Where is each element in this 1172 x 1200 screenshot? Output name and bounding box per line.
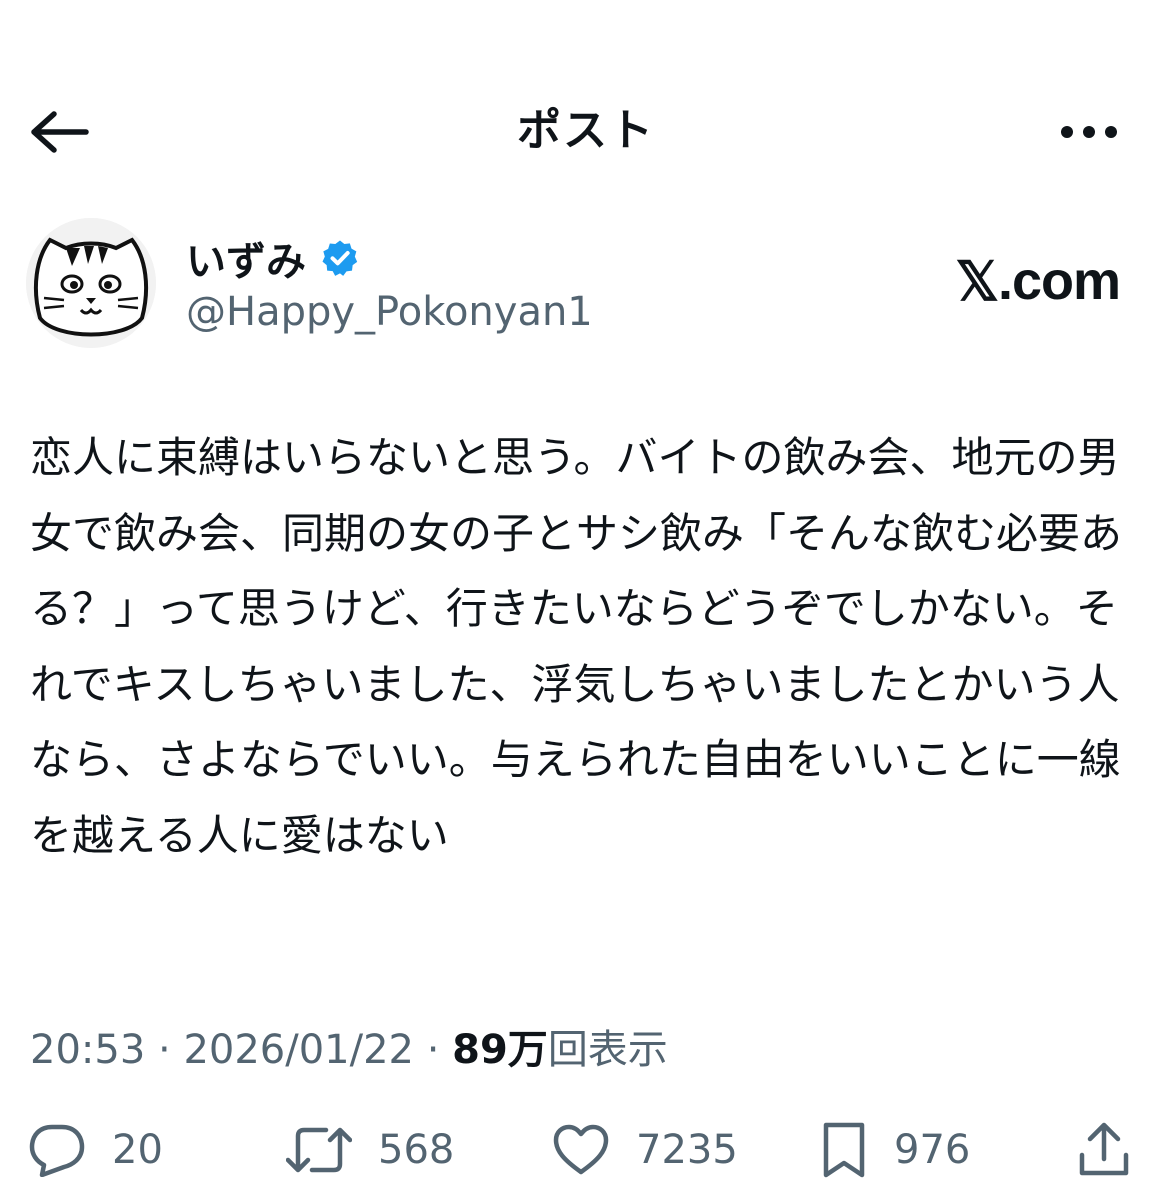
like-button[interactable]: 7235 <box>552 1115 738 1185</box>
tweet-text: 恋人に束縛はいらないと思う。バイトの飲み会、地元の男女で飲み会、同期の女の子とサ… <box>30 433 1123 860</box>
meta-separator: · <box>158 1027 171 1073</box>
tweet-meta: 20:53 · 2026/01/22 · 89万回表示 <box>30 1020 668 1080</box>
x-com-watermark: 𝕏 .com <box>910 246 1121 316</box>
verified-badge-icon <box>322 240 358 276</box>
repost-icon <box>286 1127 352 1173</box>
like-count: 7235 <box>636 1127 738 1173</box>
x-logo-icon: 𝕏 <box>955 251 999 312</box>
bookmark-icon <box>823 1122 865 1178</box>
heart-icon <box>553 1124 609 1175</box>
author-name[interactable]: いずみ <box>186 228 360 288</box>
page-title: ポスト <box>517 105 655 156</box>
reply-button[interactable]: 20 <box>28 1115 163 1185</box>
display-name: いずみ <box>186 239 306 285</box>
meta-separator: · <box>426 1027 440 1073</box>
reply-icon <box>29 1124 85 1177</box>
share-button[interactable] <box>1078 1115 1130 1185</box>
more-button[interactable] <box>1052 104 1126 160</box>
cat-avatar-image <box>26 218 156 348</box>
author-handle[interactable]: @Happy_Pokonyan1 <box>186 282 593 342</box>
watermark-domain: .com <box>997 251 1121 311</box>
reply-count: 20 <box>112 1127 163 1173</box>
tweet-time[interactable]: 20:53 <box>30 1027 145 1073</box>
tweet-date[interactable]: 2026/01/22 <box>183 1027 414 1073</box>
bookmark-button[interactable]: 976 <box>820 1115 970 1185</box>
bookmark-count: 976 <box>894 1127 971 1173</box>
repost-count: 568 <box>378 1127 455 1173</box>
avatar[interactable] <box>26 218 156 348</box>
more-horizontal-icon <box>1061 126 1117 138</box>
view-label: 回表示 <box>547 1027 668 1073</box>
repost-button[interactable]: 568 <box>286 1115 454 1185</box>
view-count: 89万 <box>452 1027 548 1073</box>
share-icon <box>1079 1122 1129 1176</box>
